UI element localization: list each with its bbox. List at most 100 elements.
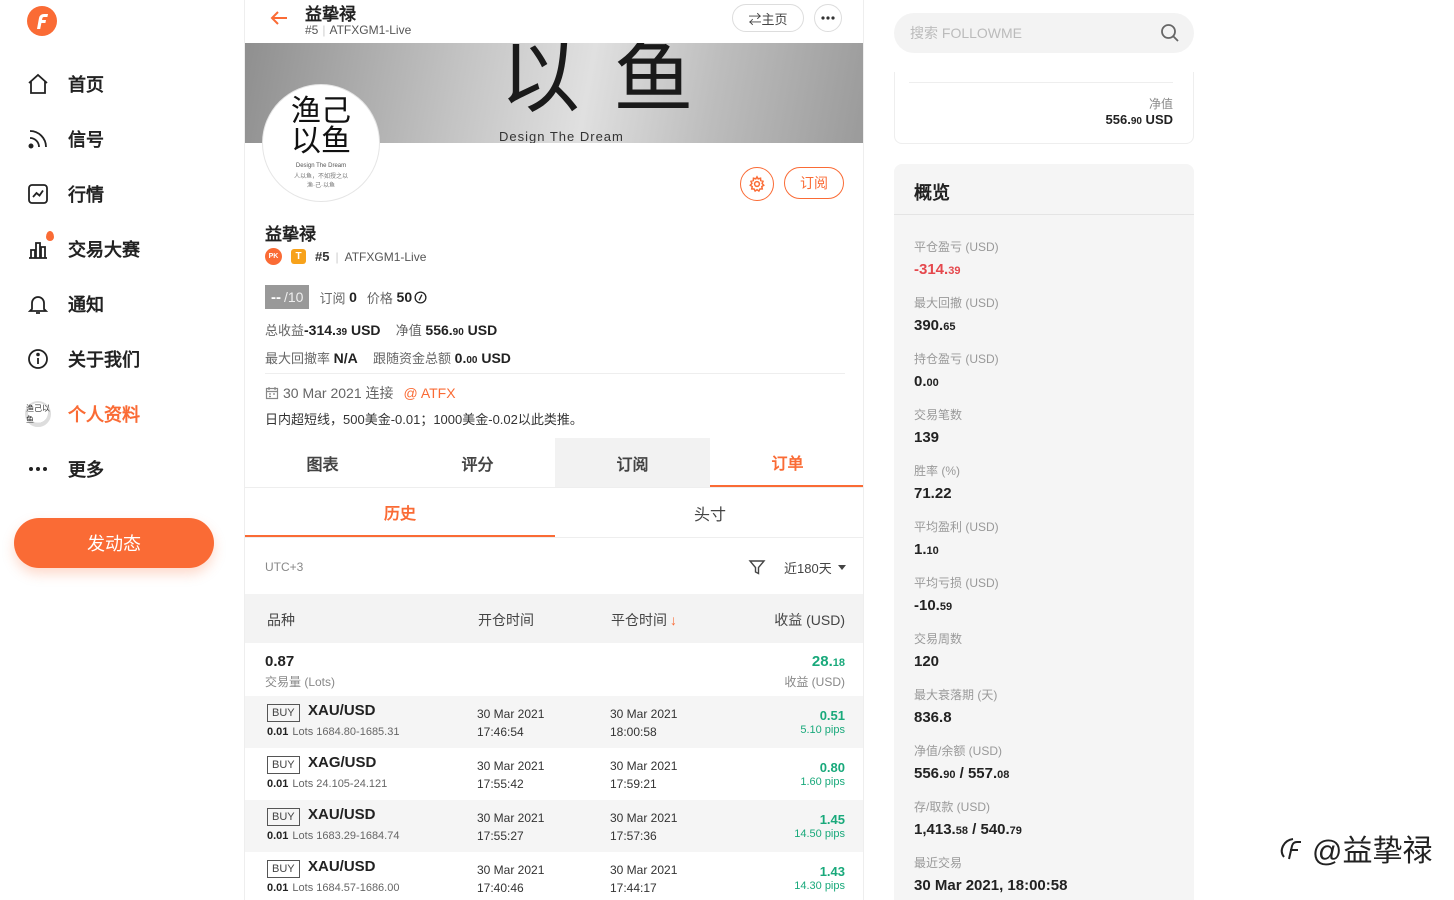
nav-home[interactable]: 首页 [24,69,104,99]
header-close-time[interactable]: 平仓时间 ↓ [611,610,677,630]
overview-item: 交易笔数 139 [914,406,962,446]
order-profit: 0.80 [819,760,845,775]
subscribe-button[interactable]: 订阅 [784,167,844,199]
close-time-text: 17:59:21 [610,777,657,791]
overview-item: 平均盈利 (USD) 1.10 [914,518,999,558]
settings-button[interactable] [740,167,774,201]
table-row[interactable]: BUY XAG/USD 0.01 Lots 24.105-24.121 30 Mar 2… [245,748,863,800]
watermark-text: @益挚禄 [1312,835,1433,868]
nav-profile-label: 个人资料 [68,405,140,425]
net-card-divider [909,82,1173,83]
close-time: 30 Mar 2021 17:57:36 [610,809,677,845]
back-arrow-icon[interactable] [267,6,291,30]
overview-title: 概览 [914,183,950,203]
nav-notifications[interactable]: 通知 [24,289,104,319]
close-date-text: 30 Mar 2021 [610,863,678,877]
follow-unit: USD [477,350,511,366]
summary-profit-dec: 18 [832,657,845,669]
nav-signals[interactable]: 信号 [24,124,104,154]
lot-line: 0.01 Lots 1683.29-1684.74 [267,830,399,842]
net-int: 556. [425,322,453,338]
overview-item: 最大衰落期 (天) 836.8 [914,686,997,726]
score-value: -- [271,288,281,306]
overview-item-value: 120 [914,653,962,670]
period-value: 近180天 [784,561,832,576]
overview-value-dec: 65 [943,321,956,333]
home-icon [24,70,52,98]
subtab-history[interactable]: 历史 [245,488,555,537]
table-row[interactable]: BUY XAU/USD 0.01 Lots 1684.57-1686.00 30 Mar… [245,852,863,900]
order-pips: 1.60 pips [800,776,845,788]
table-row[interactable]: BUY XAU/USD 0.01 Lots 1683.29-1684.74 30 Mar… [245,800,863,852]
overview-value-dec: 39 [948,265,961,277]
nav-profile[interactable]: 渔己以鱼 个人资料 [24,399,140,429]
open-time: 30 Mar 2021 17:55:27 [477,809,544,845]
net-unit: USD [463,322,498,338]
table-row[interactable]: BUY XAU/USD 0.01 Lots 1684.80-1685.31 30 Mar… [245,696,863,748]
home-page-button[interactable]: ⇄主页 [732,4,804,32]
total-profit-dec: 39 [335,327,348,338]
open-date-text: 30 Mar 2021 [477,863,545,877]
post-button[interactable]: 发动态 [14,518,214,568]
rss-icon [24,125,52,153]
open-date-text: 30 Mar 2021 [477,811,545,825]
lot-line: 0.01 Lots 1684.57-1686.00 [267,882,399,894]
overview-item-value: 30 Mar 2021, 18:00:58 [914,877,1067,894]
nav-contest[interactable]: 交易大赛 [24,231,140,264]
max-dd-value: N/A [333,350,358,366]
main-column: 益挚禄 #5 | ATFXGM1-Live ⇄主页 以 鱼 Design The D… [244,0,864,900]
subtab-positions[interactable]: 头寸 [555,488,863,537]
topbar-rank: #5 [305,23,319,37]
score-row: --/10 订阅 0 价格 50 [265,285,427,309]
nav-about[interactable]: 关于我们 [24,344,140,374]
overview-value-int: -314. [914,261,949,278]
caret-down-icon [837,565,846,570]
profile-avatar[interactable]: 渔己 以鱼 Design The Dream 人以鱼，不如授之以 渔·己·以鱼 [263,85,379,201]
followme-logo-icon[interactable] [26,5,58,37]
side-badge: BUY [267,860,300,878]
open-time: 30 Mar 2021 17:55:42 [477,757,544,793]
overview-value-dec: 59 [939,601,953,613]
topbar: 益挚禄 #5 | ATFXGM1-Live ⇄主页 [245,0,863,43]
overview-value-int: -10. [914,597,940,614]
lot-unit: Lots [292,778,314,790]
tab-rating[interactable]: 评分 [400,438,555,487]
overview-item-value: 1.10 [914,541,999,558]
overview-item-label: 平仓盈亏 (USD) [914,240,999,254]
orders-summary: 0.87 交易量 (Lots) 28.18 收益 (USD) [245,643,863,696]
follow-dec: 00 [466,355,478,366]
calendar-icon [265,387,279,400]
nav-more[interactable]: 更多 [24,454,104,484]
more-options-button[interactable] [814,4,842,32]
overview-value-dec2: 79 [1009,825,1022,837]
overview-item: 平仓盈亏 (USD) -314.39 [914,238,999,278]
timezone-label: UTC+3 [265,560,304,574]
orders-table-header: 品种 开仓时间 平仓时间 ↓ 收益 (USD) [245,594,863,643]
overview-value-int: 556. [914,765,944,782]
broker-link[interactable]: @ ATFX [404,385,456,401]
open-time: 30 Mar 2021 17:46:54 [477,705,544,741]
filter-icon[interactable] [748,558,766,576]
net-card-int: 556. [1105,112,1131,127]
lot-size: 0.01 [267,830,289,842]
tab-chart[interactable]: 图表 [245,438,400,487]
close-time-text: 17:57:36 [610,829,657,843]
drawdown-line: 最大回撤率 N/A 跟随资金总额 0.00 USD [265,348,511,367]
overview-item-value: 390.65 [914,317,999,334]
hot-dot-icon [46,231,54,241]
header-close-time-label: 平仓时间 [611,612,667,628]
ellipsis-icon [821,16,835,20]
subs-value: 0 [349,289,357,305]
overview-item-label: 持仓盈亏 (USD) [914,352,999,366]
nav-market[interactable]: 行情 [24,179,104,209]
summary-profit: 28.18 [812,653,845,670]
close-date-text: 30 Mar 2021 [610,811,678,825]
lot-unit: Lots [292,882,314,894]
profile-divider [265,373,845,374]
period-dropdown[interactable]: 近180天 [784,558,846,577]
search-icon[interactable] [1160,23,1180,43]
tab-subscription[interactable]: 订阅 [555,438,710,487]
tab-orders[interactable]: 订单 [710,438,863,487]
search-input[interactable] [910,25,1140,41]
open-date-text: 30 Mar 2021 [477,707,545,721]
